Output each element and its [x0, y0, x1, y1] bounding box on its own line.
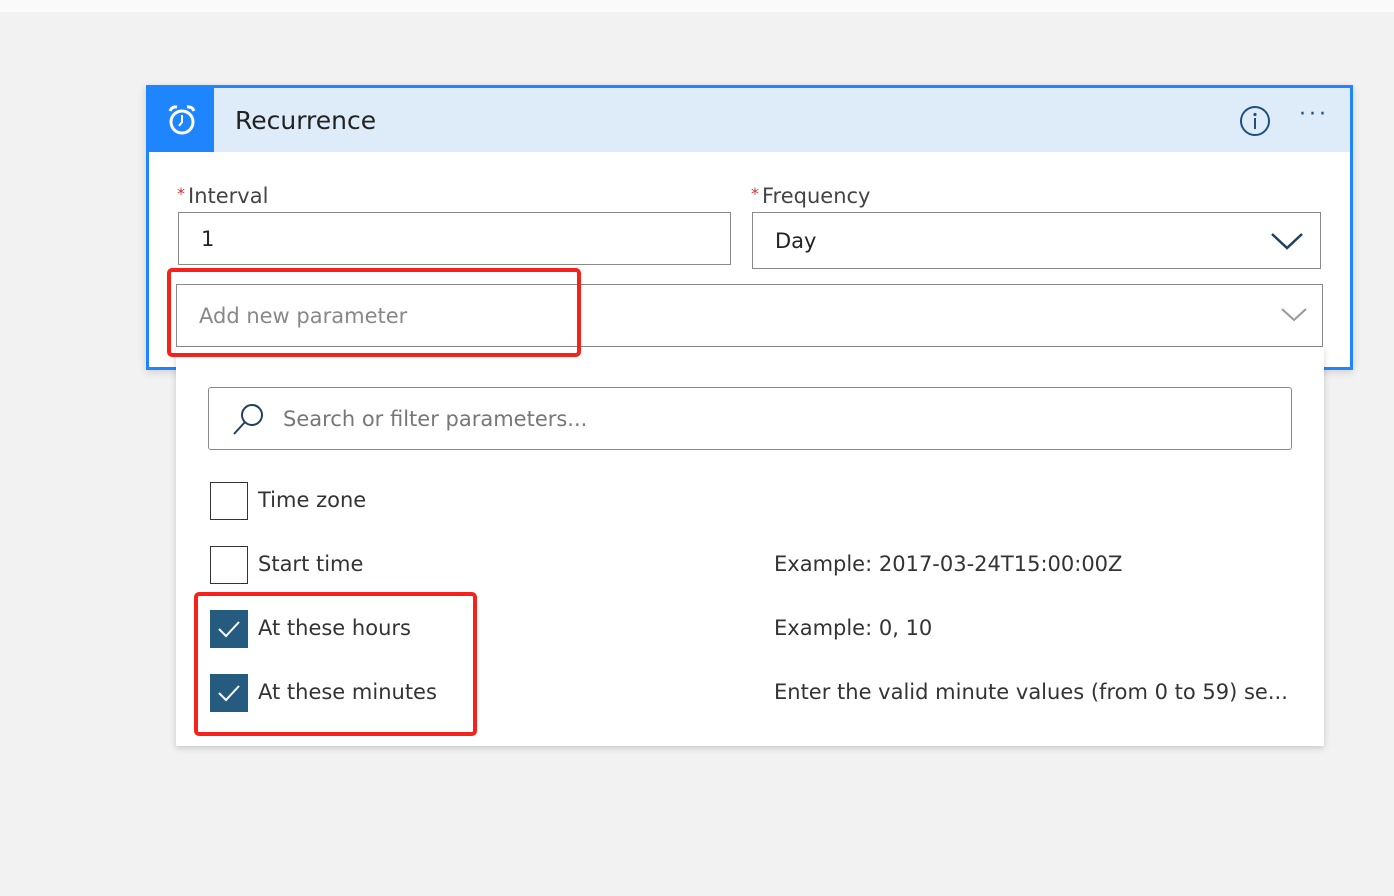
- interval-label: * Interval: [177, 184, 268, 208]
- info-icon[interactable]: [1239, 105, 1271, 141]
- checkbox[interactable]: [210, 546, 248, 584]
- item-description: Example: 0, 10: [774, 616, 933, 640]
- parameter-item-time-zone[interactable]: Time zone: [210, 482, 1300, 522]
- parameter-item-start-time[interactable]: Start time Example: 2017-03-24T15:00:00Z: [210, 546, 1300, 586]
- checkbox-checked[interactable]: [210, 610, 248, 648]
- required-mark: *: [751, 184, 759, 203]
- frequency-label: * Frequency: [751, 184, 871, 208]
- checkbox[interactable]: [210, 482, 248, 520]
- checkmark-icon: [218, 621, 240, 638]
- chevron-down-icon: [1271, 233, 1303, 250]
- parameter-dropdown: Time zone Start time Example: 2017-03-24…: [176, 347, 1324, 746]
- frequency-value: Day: [775, 228, 817, 253]
- add-parameter-placeholder: Add new parameter: [199, 303, 408, 328]
- chevron-down-icon: [1281, 308, 1307, 322]
- more-options-icon[interactable]: ···: [1299, 102, 1329, 127]
- item-label: Time zone: [258, 488, 367, 512]
- checkbox-checked[interactable]: [210, 674, 248, 712]
- frequency-label-text: Frequency: [762, 184, 871, 208]
- search-input[interactable]: [281, 400, 1275, 438]
- item-description: Example: 2017-03-24T15:00:00Z: [774, 552, 1123, 576]
- parameter-item-at-these-hours[interactable]: At these hours Example: 0, 10: [210, 610, 1300, 650]
- interval-input[interactable]: 1: [178, 212, 731, 265]
- interval-label-text: Interval: [188, 184, 269, 208]
- item-label: At these hours: [258, 616, 411, 640]
- interval-value: 1: [201, 226, 215, 251]
- card-header[interactable]: Recurrence ···: [149, 88, 1350, 152]
- search-box[interactable]: [208, 387, 1292, 450]
- card-title: Recurrence: [235, 106, 377, 135]
- add-new-parameter-select[interactable]: Add new parameter: [176, 284, 1323, 347]
- top-strip: [0, 0, 1394, 12]
- required-mark: *: [177, 184, 185, 203]
- search-icon: [233, 404, 263, 435]
- item-description: Enter the valid minute values (from 0 to…: [774, 680, 1288, 704]
- frequency-select[interactable]: Day: [752, 212, 1321, 269]
- recurrence-card: Recurrence ··· * Interval 1 * Frequency Da…: [146, 85, 1353, 370]
- alarm-clock-icon: [149, 88, 214, 152]
- checkmark-icon: [218, 685, 240, 702]
- parameter-item-at-these-minutes[interactable]: At these minutes Enter the valid minute …: [210, 674, 1300, 714]
- item-label: At these minutes: [258, 680, 437, 704]
- item-label: Start time: [258, 552, 364, 576]
